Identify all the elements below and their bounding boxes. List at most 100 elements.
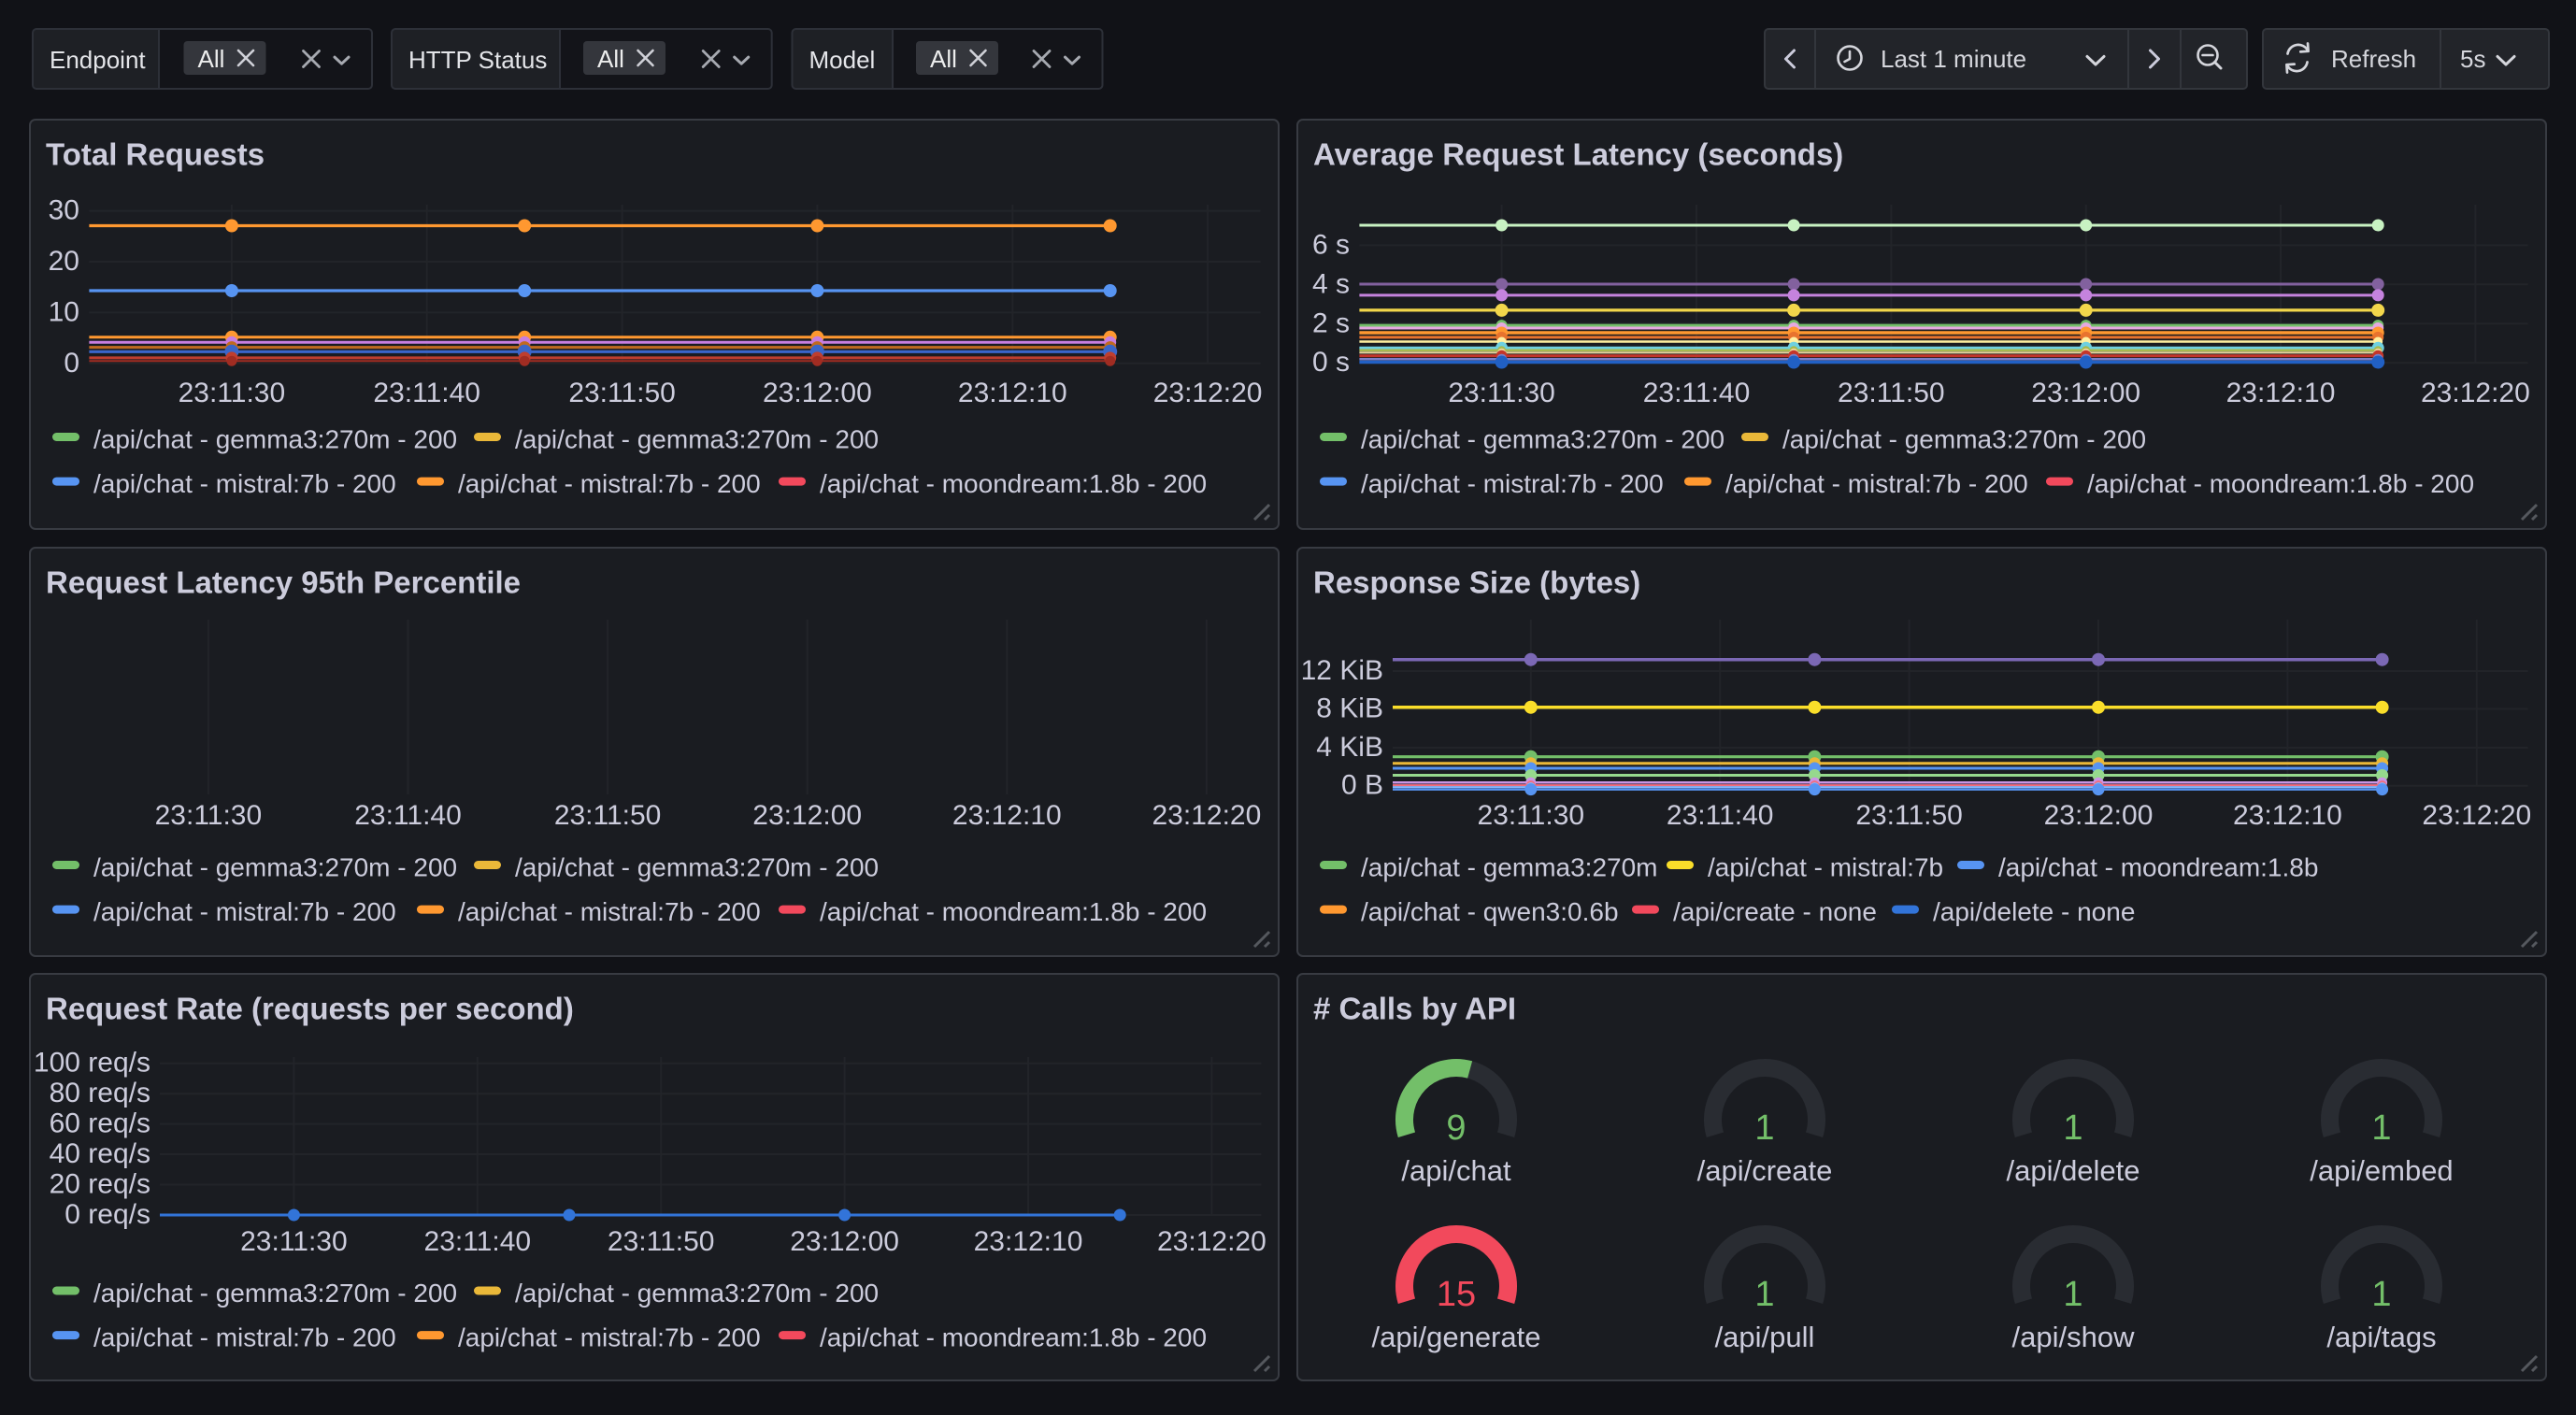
svg-text:23:11:30: 23:11:30 bbox=[155, 800, 263, 831]
svg-text:/api/chat - mistral:7b: /api/chat - mistral:7b bbox=[1708, 853, 1943, 882]
svg-text:23:12:20: 23:12:20 bbox=[1153, 378, 1263, 408]
svg-text:23:11:30: 23:11:30 bbox=[1478, 800, 1585, 831]
svg-text:23:11:40: 23:11:40 bbox=[354, 800, 462, 831]
svg-text:/api/pull: /api/pull bbox=[1715, 1321, 1815, 1353]
svg-text:0 B: 0 B bbox=[1341, 770, 1383, 801]
svg-text:/api/chat - gemma3:270m - 200: /api/chat - gemma3:270m - 200 bbox=[93, 853, 457, 882]
svg-text:60 req/s: 60 req/s bbox=[50, 1108, 150, 1139]
svg-text:15: 15 bbox=[1437, 1275, 1476, 1314]
svg-text:23:12:10: 23:12:10 bbox=[974, 1226, 1083, 1257]
svg-text:HTTP Status: HTTP Status bbox=[408, 46, 547, 74]
svg-text:23:12:10: 23:12:10 bbox=[952, 800, 1062, 831]
svg-text:23:11:30: 23:11:30 bbox=[1448, 378, 1555, 408]
svg-text:23:11:40: 23:11:40 bbox=[424, 1226, 532, 1257]
svg-text:/api/chat - gemma3:270m - 200: /api/chat - gemma3:270m - 200 bbox=[515, 853, 879, 882]
svg-text:23:12:00: 23:12:00 bbox=[763, 378, 872, 408]
svg-text:1: 1 bbox=[1754, 1275, 1774, 1314]
svg-text:80 req/s: 80 req/s bbox=[50, 1078, 150, 1108]
svg-text:/api/chat - mistral:7b - 200: /api/chat - mistral:7b - 200 bbox=[93, 469, 396, 498]
svg-text:/api/chat - gemma3:270m - 200: /api/chat - gemma3:270m - 200 bbox=[93, 1279, 457, 1308]
svg-text:23:12:00: 23:12:00 bbox=[2031, 378, 2140, 408]
svg-text:23:12:10: 23:12:10 bbox=[2233, 800, 2342, 831]
svg-text:/api/chat - gemma3:270m - 200: /api/chat - gemma3:270m - 200 bbox=[1361, 425, 1724, 454]
svg-text:Endpoint: Endpoint bbox=[50, 46, 146, 74]
svg-text:23:12:10: 23:12:10 bbox=[958, 378, 1067, 408]
svg-text:/api/chat - mistral:7b - 200: /api/chat - mistral:7b - 200 bbox=[458, 897, 761, 926]
svg-text:23:12:20: 23:12:20 bbox=[2422, 800, 2531, 831]
svg-text:100 req/s: 100 req/s bbox=[34, 1048, 150, 1079]
svg-text:1: 1 bbox=[1754, 1108, 1774, 1148]
svg-text:/api/chat - mistral:7b - 200: /api/chat - mistral:7b - 200 bbox=[1361, 469, 1664, 498]
svg-text:23:11:40: 23:11:40 bbox=[373, 378, 480, 408]
svg-text:/api/chat - moondream:1.8b - 2: /api/chat - moondream:1.8b - 200 bbox=[820, 1323, 1207, 1352]
svg-text:23:11:50: 23:11:50 bbox=[554, 800, 662, 831]
svg-text:23:12:20: 23:12:20 bbox=[1152, 800, 1262, 831]
svg-text:/api/chat - moondream:1.8b - 2: /api/chat - moondream:1.8b - 200 bbox=[820, 469, 1207, 498]
svg-text:/api/chat - gemma3:270m - 200: /api/chat - gemma3:270m - 200 bbox=[93, 425, 457, 454]
svg-text:40 req/s: 40 req/s bbox=[50, 1138, 150, 1169]
svg-text:/api/chat - gemma3:270m - 200: /api/chat - gemma3:270m - 200 bbox=[515, 1279, 879, 1308]
svg-text:20 req/s: 20 req/s bbox=[50, 1169, 150, 1200]
svg-text:23:12:20: 23:12:20 bbox=[2421, 378, 2530, 408]
svg-text:23:11:40: 23:11:40 bbox=[1667, 800, 1774, 831]
svg-text:23:11:30: 23:11:30 bbox=[179, 378, 286, 408]
svg-text:5s: 5s bbox=[2460, 45, 2485, 73]
svg-text:Response Size (bytes): Response Size (bytes) bbox=[1313, 565, 1640, 600]
svg-text:8 KiB: 8 KiB bbox=[1316, 693, 1383, 724]
svg-text:2 s: 2 s bbox=[1312, 307, 1350, 338]
svg-text:1: 1 bbox=[2063, 1108, 2082, 1148]
svg-text:23:12:00: 23:12:00 bbox=[2044, 800, 2154, 831]
svg-text:23:11:50: 23:11:50 bbox=[1855, 800, 1963, 831]
svg-text:6 s: 6 s bbox=[1312, 229, 1350, 260]
svg-text:# Calls by API: # Calls by API bbox=[1313, 992, 1516, 1026]
svg-text:1: 1 bbox=[2371, 1108, 2391, 1148]
svg-text:/api/chat - mistral:7b - 200: /api/chat - mistral:7b - 200 bbox=[93, 897, 396, 926]
svg-text:4 s: 4 s bbox=[1312, 268, 1350, 299]
svg-text:All: All bbox=[597, 45, 624, 73]
svg-text:0 req/s: 0 req/s bbox=[64, 1199, 150, 1230]
svg-text:1: 1 bbox=[2063, 1275, 2082, 1314]
svg-text:/api/chat - gemma3:270m: /api/chat - gemma3:270m bbox=[1361, 853, 1658, 882]
svg-text:4 KiB: 4 KiB bbox=[1316, 732, 1383, 763]
svg-text:Request Rate (requests per sec: Request Rate (requests per second) bbox=[46, 992, 574, 1026]
svg-text:23:11:30: 23:11:30 bbox=[240, 1226, 348, 1257]
svg-text:12 KiB: 12 KiB bbox=[1301, 655, 1383, 686]
svg-text:/api/create: /api/create bbox=[1697, 1154, 1833, 1187]
svg-text:23:12:10: 23:12:10 bbox=[2226, 378, 2336, 408]
svg-text:All: All bbox=[198, 45, 225, 73]
svg-text:Average Request Latency (secon: Average Request Latency (seconds) bbox=[1313, 137, 1843, 172]
svg-text:23:12:20: 23:12:20 bbox=[1157, 1226, 1267, 1257]
svg-text:/api/embed: /api/embed bbox=[2310, 1154, 2453, 1187]
svg-text:/api/chat - mistral:7b - 200: /api/chat - mistral:7b - 200 bbox=[458, 1323, 761, 1352]
svg-text:9: 9 bbox=[1446, 1108, 1466, 1148]
svg-text:/api/chat: /api/chat bbox=[1401, 1154, 1511, 1187]
svg-text:23:12:00: 23:12:00 bbox=[790, 1226, 899, 1257]
svg-text:23:11:50: 23:11:50 bbox=[1838, 378, 1945, 408]
svg-text:All: All bbox=[930, 45, 957, 73]
svg-text:/api/chat - qwen3:0.6b: /api/chat - qwen3:0.6b bbox=[1361, 897, 1619, 926]
svg-text:30: 30 bbox=[49, 195, 79, 226]
svg-text:/api/chat - gemma3:270m - 200: /api/chat - gemma3:270m - 200 bbox=[1782, 425, 2146, 454]
svg-text:/api/chat - gemma3:270m - 200: /api/chat - gemma3:270m - 200 bbox=[515, 425, 879, 454]
svg-text:23:11:50: 23:11:50 bbox=[608, 1226, 715, 1257]
svg-text:/api/chat - moondream:1.8b: /api/chat - moondream:1.8b bbox=[1998, 853, 2318, 882]
svg-text:0 s: 0 s bbox=[1312, 347, 1350, 378]
svg-text:/api/chat - mistral:7b - 200: /api/chat - mistral:7b - 200 bbox=[458, 469, 761, 498]
svg-text:/api/generate: /api/generate bbox=[1372, 1321, 1541, 1353]
svg-text:Last 1 minute: Last 1 minute bbox=[1881, 45, 2026, 73]
svg-text:/api/tags: /api/tags bbox=[2326, 1321, 2436, 1353]
svg-text:10: 10 bbox=[49, 296, 79, 327]
svg-text:23:11:40: 23:11:40 bbox=[1643, 378, 1751, 408]
svg-text:/api/chat - mistral:7b - 200: /api/chat - mistral:7b - 200 bbox=[1725, 469, 2028, 498]
svg-text:/api/create - none: /api/create - none bbox=[1673, 897, 1877, 926]
svg-text:/api/chat - moondream:1.8b - 2: /api/chat - moondream:1.8b - 200 bbox=[820, 897, 1207, 926]
svg-text:0: 0 bbox=[64, 348, 79, 379]
svg-text:/api/delete: /api/delete bbox=[2006, 1154, 2140, 1187]
svg-text:Request Latency 95th Percentil: Request Latency 95th Percentile bbox=[46, 565, 521, 600]
svg-text:23:12:00: 23:12:00 bbox=[752, 800, 862, 831]
svg-text:Refresh: Refresh bbox=[2331, 45, 2416, 73]
svg-text:1: 1 bbox=[2371, 1275, 2391, 1314]
svg-text:/api/show: /api/show bbox=[2012, 1321, 2136, 1353]
svg-text:20: 20 bbox=[49, 246, 79, 277]
svg-text:/api/delete - none: /api/delete - none bbox=[1933, 897, 2135, 926]
